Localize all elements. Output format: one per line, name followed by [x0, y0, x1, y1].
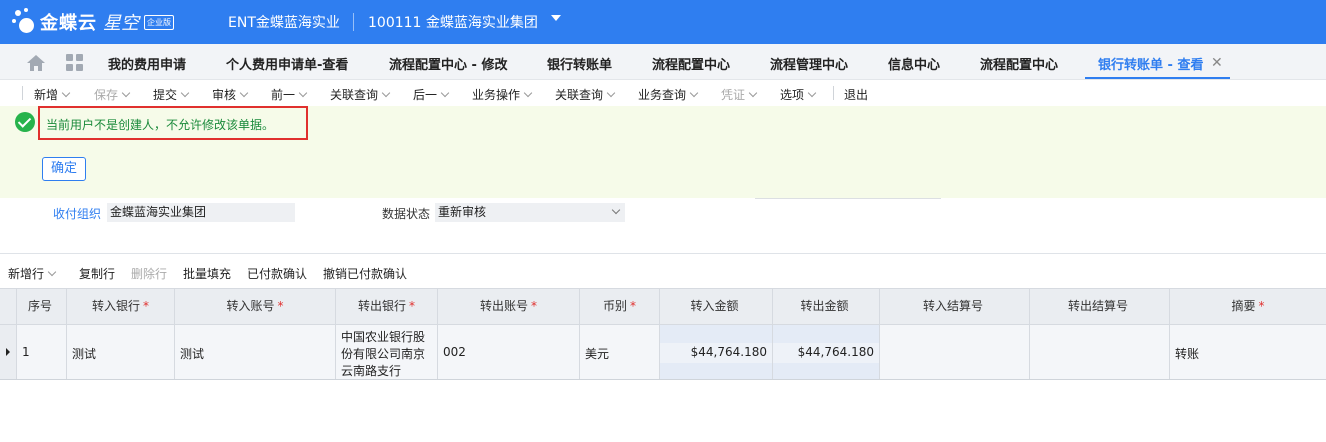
- account-selector[interactable]: 100111 金蝶蓝海实业集团: [368, 12, 538, 32]
- chevron-down-icon: [47, 267, 57, 277]
- row-indicator: [0, 325, 17, 379]
- active-tab-indicator: [1085, 77, 1230, 79]
- status-value: 重新审核: [438, 205, 487, 219]
- cell-out-bank[interactable]: 中国农业银行股份有限公司南京云南路支行: [336, 325, 438, 379]
- header-form: 收付组织 金蝶蓝海实业集团 数据状态 重新审核: [0, 198, 1326, 254]
- cell-in-settle[interactable]: [880, 325, 1030, 379]
- cell-summary[interactable]: 转账: [1170, 325, 1326, 379]
- chevron-down-icon: [239, 88, 249, 98]
- cell-out-account[interactable]: 002: [438, 325, 580, 379]
- app-logo[interactable]: 金蝶云 星空 企业版: [12, 8, 174, 36]
- message-text: 当前用户不是创建人，不允许修改该单据。: [46, 118, 275, 132]
- cell-out-settle[interactable]: [1030, 325, 1170, 379]
- column-header[interactable]: 转入银行 *: [67, 289, 175, 324]
- chevron-down-icon: [606, 88, 616, 98]
- logo-subtitle: 星空: [103, 13, 139, 34]
- chevron-down-icon: [440, 88, 450, 98]
- cancel-payment-confirm-button[interactable]: 撤销已付款确认: [323, 265, 407, 282]
- tab-process-config-edit[interactable]: 流程配置中心 - 修改: [389, 54, 507, 73]
- cell-in-bank[interactable]: 测试: [67, 325, 175, 379]
- options-button[interactable]: 选项: [780, 86, 817, 103]
- field-underline: [755, 198, 941, 199]
- chevron-down-icon: [381, 88, 391, 98]
- new-button[interactable]: 新增: [34, 86, 71, 103]
- column-header[interactable]: 转入账号 *: [175, 289, 336, 324]
- column-header[interactable]: 序号: [17, 289, 67, 324]
- table-row[interactable]: 1 测试 测试 中国农业银行股份有限公司南京云南路支行 002 美元 $44,7…: [0, 325, 1326, 380]
- confirm-button[interactable]: 确定: [42, 157, 86, 181]
- column-header[interactable]: 转出账号 *: [438, 289, 580, 324]
- column-header[interactable]: 摘要 *: [1170, 289, 1326, 324]
- chevron-down-icon: [689, 88, 699, 98]
- column-header[interactable]: 转出结算号: [1030, 289, 1170, 324]
- audit-button[interactable]: 审核: [212, 86, 249, 103]
- tab-info-center[interactable]: 信息中心: [888, 54, 940, 73]
- tab-bar: 我的费用申请 个人费用申请单-查看 流程配置中心 - 修改 银行转账单 流程配置…: [0, 44, 1326, 80]
- chevron-down-icon: [61, 88, 71, 98]
- logo-text: 金蝶云: [40, 13, 97, 34]
- org-switcher[interactable]: ENT金蝶蓝海实业: [228, 12, 340, 32]
- related-query-button[interactable]: 关联查询: [330, 86, 391, 103]
- app-grid-icon[interactable]: [66, 54, 84, 72]
- chevron-down-icon: [298, 88, 308, 98]
- business-query-button[interactable]: 业务查询: [638, 86, 699, 103]
- cell-seq[interactable]: 1: [17, 325, 67, 379]
- column-header[interactable]: 转入金额: [660, 289, 773, 324]
- home-icon[interactable]: [26, 54, 46, 72]
- current-row-arrow-icon: [6, 348, 10, 356]
- save-button[interactable]: 保存: [94, 86, 131, 103]
- edition-badge: 企业版: [144, 14, 174, 30]
- add-row-button[interactable]: 新增行: [8, 265, 57, 282]
- tab-my-expense-request[interactable]: 我的费用申请: [108, 54, 186, 73]
- status-label: 数据状态: [382, 207, 431, 221]
- topbar-divider: [353, 13, 354, 31]
- cell-out-amount[interactable]: $44,764.180: [773, 325, 880, 379]
- success-check-icon: [15, 112, 35, 132]
- chevron-down-icon: [121, 88, 131, 98]
- status-select[interactable]: 重新审核: [435, 203, 625, 222]
- message-panel: 当前用户不是创建人，不允许修改该单据。 确定: [0, 106, 1326, 198]
- copy-row-button[interactable]: 复制行: [79, 265, 115, 282]
- close-icon[interactable]: ✕: [1211, 55, 1223, 71]
- header-corner: [0, 289, 17, 324]
- column-header[interactable]: 转入结算号: [880, 289, 1030, 324]
- batch-fill-button[interactable]: 批量填充: [183, 265, 231, 282]
- business-operation-button[interactable]: 业务操作: [472, 86, 533, 103]
- voucher-button[interactable]: 凭证: [721, 86, 758, 103]
- org-label: 收付组织: [53, 207, 102, 221]
- toolbar-divider: [833, 86, 834, 100]
- delete-row-button[interactable]: 删除行: [131, 265, 167, 282]
- previous-button[interactable]: 前一: [271, 86, 308, 103]
- action-toolbar: 新增 保存 提交 审核 前一 关联查询 后一 业务操作 关联查询 业务查询 凭证…: [0, 80, 1326, 106]
- chevron-down-icon: [807, 88, 817, 98]
- tab-process-config-2[interactable]: 流程配置中心: [980, 54, 1058, 73]
- payment-confirm-button[interactable]: 已付款确认: [247, 265, 307, 282]
- chevron-down-icon: [748, 88, 758, 98]
- tab-process-management[interactable]: 流程管理中心: [770, 54, 848, 73]
- related-query-button-2[interactable]: 关联查询: [555, 86, 616, 103]
- submit-button[interactable]: 提交: [153, 86, 190, 103]
- org-field[interactable]: 金蝶蓝海实业集团: [107, 203, 295, 222]
- grid-header: 序号 转入银行 * 转入账号 * 转出银行 * 转出账号 * 币别 * 转入金额 转出金额…: [0, 288, 1326, 325]
- tab-bank-transfer-view[interactable]: 银行转账单 - 查看: [1098, 54, 1203, 73]
- tab-process-config[interactable]: 流程配置中心: [652, 54, 730, 73]
- cell-in-account[interactable]: 测试: [175, 325, 336, 379]
- chevron-down-icon: [523, 88, 533, 98]
- column-header[interactable]: 转出金额: [773, 289, 880, 324]
- next-button[interactable]: 后一: [413, 86, 450, 103]
- column-header[interactable]: 转出银行 *: [336, 289, 438, 324]
- chevron-down-icon: [611, 205, 621, 215]
- toolbar-divider: [22, 86, 23, 100]
- column-header[interactable]: 币别 *: [580, 289, 660, 324]
- cell-currency[interactable]: 美元: [580, 325, 660, 379]
- logo-dots-icon: [12, 8, 38, 36]
- tab-bank-transfer[interactable]: 银行转账单: [547, 54, 612, 73]
- exit-button[interactable]: 退出: [844, 86, 868, 103]
- tab-personal-expense-view[interactable]: 个人费用申请单-查看: [226, 54, 348, 73]
- account-dropdown-icon[interactable]: [551, 15, 561, 21]
- chevron-down-icon: [180, 88, 190, 98]
- cell-in-amount[interactable]: $44,764.180: [660, 325, 773, 379]
- top-bar: 金蝶云 星空 企业版 ENT金蝶蓝海实业 100111 金蝶蓝海实业集团: [0, 0, 1326, 44]
